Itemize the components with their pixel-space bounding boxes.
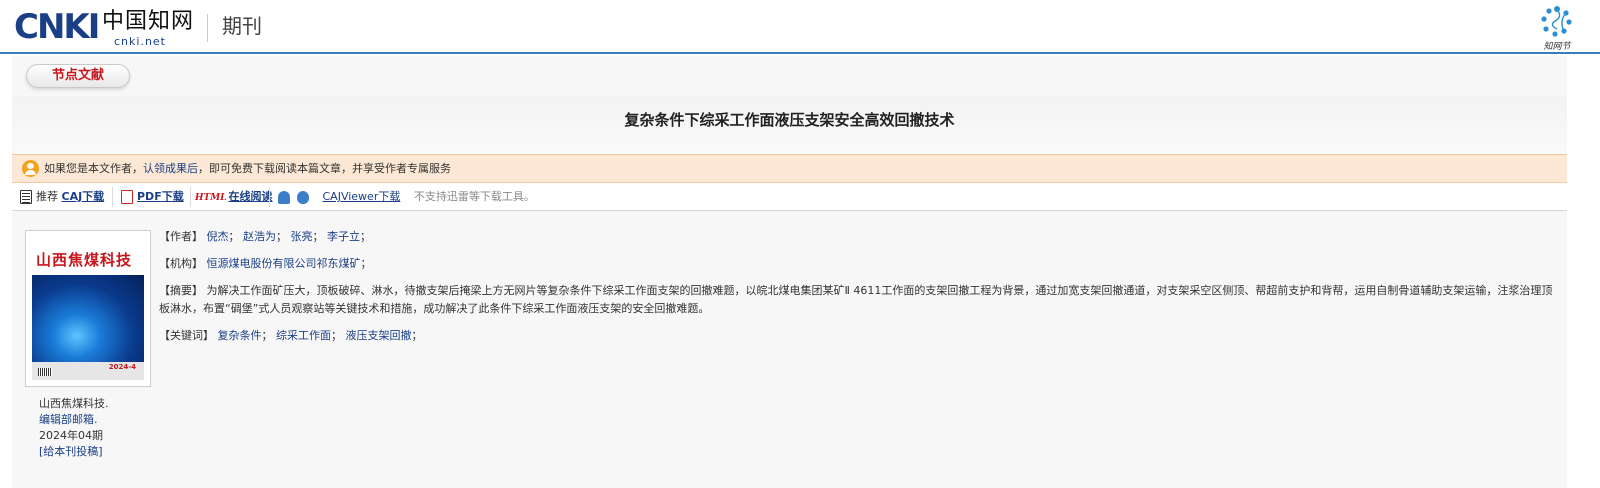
author-claim-notice: 如果您是本文作者，认领成果后，即可免费下载阅读本篇文章，并享受作者专属服务 — [12, 154, 1567, 183]
authors-label: 【作者】 — [159, 230, 203, 243]
toolbar-divider — [112, 187, 113, 207]
org-label: 【机构】 — [159, 257, 203, 270]
cover-title: 山西焦煤科技 — [36, 251, 133, 269]
author-link[interactable]: 倪杰 — [207, 230, 229, 243]
authors-row: 【作者】 倪杰； 赵浩为； 张亮； 李子立； — [159, 230, 371, 243]
cover-image: 山西焦煤科技 2024-4 — [32, 237, 144, 380]
article-title: 复杂条件下综采工作面液压支架安全高效回撤技术 — [624, 111, 955, 129]
cover-artwork — [32, 275, 144, 362]
abstract-label: 【摘要】 — [159, 284, 203, 297]
author-link[interactable]: 赵浩为 — [243, 230, 276, 243]
abstract-row: 【摘要】 为解决工作面矿压大，顶板破碎、淋水，待撤支架后掩梁上方无网片等复杂条件… — [159, 282, 1559, 318]
node-document-button[interactable]: 节点文献 — [26, 64, 130, 88]
article-metadata: 【作者】 倪杰； 赵浩为； 张亮； 李子立； 【机构】 恒源煤电股份有限公司祁东… — [159, 228, 1559, 354]
logo-chinese-name: 中国知网 — [102, 9, 195, 34]
pdf-download-group: PDF下载 — [121, 183, 184, 210]
author-link[interactable]: 张亮 — [291, 230, 313, 243]
recommend-label: 推荐 — [36, 190, 58, 203]
caj-download-link[interactable]: CAJ下载 — [62, 190, 105, 203]
cover-issue: 2024-4 — [108, 363, 136, 371]
pdf-icon — [121, 190, 133, 204]
main-area: 节点文献 复杂条件下综采工作面液压支架安全高效回撤技术 如果您是本文作者，认领成… — [12, 56, 1567, 488]
editor-email-link[interactable]: 编辑部邮箱. — [39, 412, 159, 428]
journal-cover[interactable]: 山西焦煤科技 2024-4 — [25, 230, 151, 387]
zhiwangjie-label: 知网节 — [1543, 42, 1571, 52]
online-read-link[interactable]: 在线阅读 — [229, 190, 273, 203]
abstract-text: 为解决工作面矿压大，顶板破碎、淋水，待撤支架后掩梁上方无网片等复杂条件下综采工作… — [159, 284, 1553, 315]
cajviewer-download-link[interactable]: CAJViewer下载 — [323, 190, 401, 203]
cover-header: 山西焦煤科技 — [32, 237, 144, 275]
keyword-link[interactable]: 综采工作面 — [276, 329, 331, 342]
keywords-label: 【关键词】 — [159, 329, 214, 342]
author-link[interactable]: 李子立 — [327, 230, 360, 243]
toolbar-divider — [190, 187, 191, 207]
logo-url: cnki.net — [114, 35, 166, 48]
zhiwangjie-logo[interactable]: 知网节 — [1535, 3, 1579, 52]
keywords-row: 【关键词】 复杂条件； 综采工作面； 液压支架回撤； — [159, 329, 423, 342]
android-icon — [278, 190, 290, 204]
header-divider — [207, 14, 208, 42]
logo-wordmark: CNKI — [14, 7, 100, 47]
barcode-icon — [38, 368, 52, 376]
apple-icon — [297, 190, 309, 204]
keyword-link[interactable]: 复杂条件 — [218, 329, 262, 342]
notice-text-before: 如果您是本文作者， — [44, 162, 143, 175]
site-header: CNKI 中国知网 cnki.net 期刊 知网节 — [0, 0, 1600, 54]
html-icon: HTML — [195, 193, 227, 203]
journal-info: 山西焦煤科技. 编辑部邮箱. 2024年04期 [给本刊投稿] — [39, 396, 159, 460]
pdf-download-link[interactable]: PDF下载 — [137, 190, 184, 203]
zhiwangjie-icon — [1541, 6, 1572, 37]
org-link[interactable]: 恒源煤电股份有限公司祁东煤矿 — [207, 257, 361, 270]
journal-name[interactable]: 山西焦煤科技. — [39, 396, 159, 412]
org-row: 【机构】 恒源煤电股份有限公司祁东煤矿； — [159, 257, 372, 270]
online-read-group: HTML 在线阅读 — [195, 183, 273, 210]
notice-text: 如果您是本文作者，认领成果后，即可免费下载阅读本篇文章，并享受作者专属服务 — [44, 161, 451, 177]
journal-issue[interactable]: 2024年04期 — [39, 428, 159, 444]
claim-link[interactable]: 认领成果后 — [143, 162, 198, 175]
submit-link[interactable]: [给本刊投稿] — [39, 444, 159, 460]
keyword-link[interactable]: 液压支架回撤 — [346, 329, 412, 342]
toolbar-divider — [269, 187, 270, 207]
caj-icon — [20, 190, 32, 204]
caj-download-group: 推荐 CAJ下载 — [20, 183, 104, 210]
notice-text-after: ，即可免费下载阅读本篇文章，并享受作者专属服务 — [198, 162, 451, 175]
cover-footer: 2024-4 — [32, 362, 144, 380]
viewer-download-group: CAJViewer下载 不支持迅雷等下载工具。 — [278, 183, 535, 210]
download-toolbar: 推荐 CAJ下载 PDF下载 HTML 在线阅读 CAJViewer下载 不支持迅… — [12, 183, 1567, 211]
cnki-logo[interactable]: CNKI 中国知网 cnki.net — [14, 7, 194, 49]
section-title[interactable]: 期刊 — [222, 13, 262, 39]
download-tool-tip: 不支持迅雷等下载工具。 — [413, 190, 535, 203]
user-icon — [22, 160, 39, 177]
